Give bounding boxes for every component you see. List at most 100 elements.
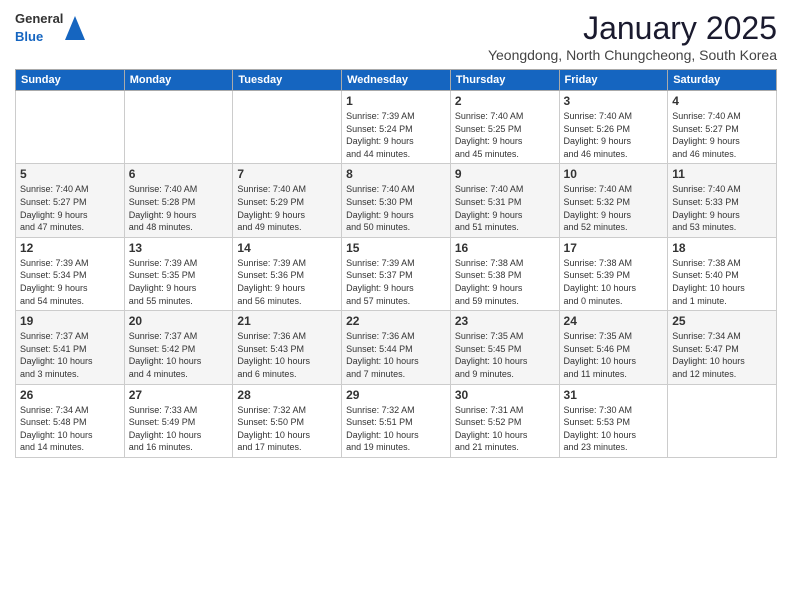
calendar-cell: 9 Sunrise: 7:40 AM Sunset: 5:31 PM Daylig… bbox=[450, 164, 559, 237]
day-info: Sunrise: 7:34 AM Sunset: 5:47 PM Dayligh… bbox=[672, 330, 772, 380]
calendar-cell: 11 Sunrise: 7:40 AM Sunset: 5:33 PM Dayli… bbox=[668, 164, 777, 237]
day-info: Sunrise: 7:36 AM Sunset: 5:43 PM Dayligh… bbox=[237, 330, 337, 380]
page: General Blue January 2025 Yeongdong, Nor… bbox=[0, 0, 792, 612]
day-number: 27 bbox=[129, 388, 229, 402]
calendar-week-2: 12 Sunrise: 7:39 AM Sunset: 5:34 PM Dayli… bbox=[16, 237, 777, 310]
calendar-cell: 10 Sunrise: 7:40 AM Sunset: 5:32 PM Dayli… bbox=[559, 164, 668, 237]
calendar-cell: 19 Sunrise: 7:37 AM Sunset: 5:41 PM Dayli… bbox=[16, 311, 125, 384]
day-number: 22 bbox=[346, 314, 446, 328]
calendar-week-0: 1Sunrise: 7:39 AM Sunset: 5:24 PM Daylig… bbox=[16, 91, 777, 164]
day-info: Sunrise: 7:39 AM Sunset: 5:34 PM Dayligh… bbox=[20, 257, 120, 307]
day-info: Sunrise: 7:40 AM Sunset: 5:32 PM Dayligh… bbox=[564, 183, 664, 233]
col-friday: Friday bbox=[559, 70, 668, 91]
day-number: 28 bbox=[237, 388, 337, 402]
calendar-table: Sunday Monday Tuesday Wednesday Thursday… bbox=[15, 69, 777, 458]
header-row: Sunday Monday Tuesday Wednesday Thursday… bbox=[16, 70, 777, 91]
logo-general: General bbox=[15, 11, 63, 26]
calendar-cell: 5Sunrise: 7:40 AM Sunset: 5:27 PM Daylig… bbox=[16, 164, 125, 237]
calendar-cell: 23 Sunrise: 7:35 AM Sunset: 5:45 PM Dayli… bbox=[450, 311, 559, 384]
calendar-cell: 20Sunrise: 7:37 AM Sunset: 5:42 PM Dayli… bbox=[124, 311, 233, 384]
calendar-cell: 7Sunrise: 7:40 AM Sunset: 5:29 PM Daylig… bbox=[233, 164, 342, 237]
day-number: 19 bbox=[20, 314, 120, 328]
calendar-cell: 22 Sunrise: 7:36 AM Sunset: 5:44 PM Dayli… bbox=[342, 311, 451, 384]
calendar-cell: 21 Sunrise: 7:36 AM Sunset: 5:43 PM Dayli… bbox=[233, 311, 342, 384]
day-info: Sunrise: 7:33 AM Sunset: 5:49 PM Dayligh… bbox=[129, 404, 229, 454]
day-number: 25 bbox=[672, 314, 772, 328]
calendar-cell: 25 Sunrise: 7:34 AM Sunset: 5:47 PM Dayli… bbox=[668, 311, 777, 384]
logo: General Blue bbox=[15, 10, 85, 45]
calendar-cell: 24 Sunrise: 7:35 AM Sunset: 5:46 PM Dayli… bbox=[559, 311, 668, 384]
day-number: 11 bbox=[672, 167, 772, 181]
day-info: Sunrise: 7:39 AM Sunset: 5:24 PM Dayligh… bbox=[346, 110, 446, 160]
calendar-cell bbox=[124, 91, 233, 164]
day-info: Sunrise: 7:40 AM Sunset: 5:25 PM Dayligh… bbox=[455, 110, 555, 160]
calendar-cell: 14 Sunrise: 7:39 AM Sunset: 5:36 PM Dayli… bbox=[233, 237, 342, 310]
day-number: 21 bbox=[237, 314, 337, 328]
col-tuesday: Tuesday bbox=[233, 70, 342, 91]
calendar-cell: 30Sunrise: 7:31 AM Sunset: 5:52 PM Dayli… bbox=[450, 384, 559, 457]
day-info: Sunrise: 7:37 AM Sunset: 5:41 PM Dayligh… bbox=[20, 330, 120, 380]
calendar-cell bbox=[16, 91, 125, 164]
calendar-body: 1Sunrise: 7:39 AM Sunset: 5:24 PM Daylig… bbox=[16, 91, 777, 458]
calendar-cell: 2 Sunrise: 7:40 AM Sunset: 5:25 PM Daylig… bbox=[450, 91, 559, 164]
day-info: Sunrise: 7:40 AM Sunset: 5:30 PM Dayligh… bbox=[346, 183, 446, 233]
day-number: 2 bbox=[455, 94, 555, 108]
col-monday: Monday bbox=[124, 70, 233, 91]
day-info: Sunrise: 7:40 AM Sunset: 5:28 PM Dayligh… bbox=[129, 183, 229, 233]
day-info: Sunrise: 7:38 AM Sunset: 5:39 PM Dayligh… bbox=[564, 257, 664, 307]
calendar-cell: 27 Sunrise: 7:33 AM Sunset: 5:49 PM Dayli… bbox=[124, 384, 233, 457]
calendar-cell: 31Sunrise: 7:30 AM Sunset: 5:53 PM Dayli… bbox=[559, 384, 668, 457]
title-section: January 2025 Yeongdong, North Chungcheon… bbox=[488, 10, 777, 63]
day-number: 14 bbox=[237, 241, 337, 255]
day-number: 29 bbox=[346, 388, 446, 402]
day-number: 9 bbox=[455, 167, 555, 181]
day-info: Sunrise: 7:36 AM Sunset: 5:44 PM Dayligh… bbox=[346, 330, 446, 380]
calendar-header: Sunday Monday Tuesday Wednesday Thursday… bbox=[16, 70, 777, 91]
calendar-cell: 18Sunrise: 7:38 AM Sunset: 5:40 PM Dayli… bbox=[668, 237, 777, 310]
col-wednesday: Wednesday bbox=[342, 70, 451, 91]
calendar-week-3: 19 Sunrise: 7:37 AM Sunset: 5:41 PM Dayli… bbox=[16, 311, 777, 384]
calendar-cell bbox=[668, 384, 777, 457]
day-number: 8 bbox=[346, 167, 446, 181]
day-info: Sunrise: 7:39 AM Sunset: 5:37 PM Dayligh… bbox=[346, 257, 446, 307]
header: General Blue January 2025 Yeongdong, Nor… bbox=[15, 10, 777, 63]
calendar-cell: 4Sunrise: 7:40 AM Sunset: 5:27 PM Daylig… bbox=[668, 91, 777, 164]
day-number: 12 bbox=[20, 241, 120, 255]
day-info: Sunrise: 7:39 AM Sunset: 5:36 PM Dayligh… bbox=[237, 257, 337, 307]
day-info: Sunrise: 7:32 AM Sunset: 5:51 PM Dayligh… bbox=[346, 404, 446, 454]
day-info: Sunrise: 7:35 AM Sunset: 5:46 PM Dayligh… bbox=[564, 330, 664, 380]
day-number: 23 bbox=[455, 314, 555, 328]
day-number: 7 bbox=[237, 167, 337, 181]
day-number: 20 bbox=[129, 314, 229, 328]
logo-blue: Blue bbox=[15, 29, 43, 44]
day-info: Sunrise: 7:40 AM Sunset: 5:27 PM Dayligh… bbox=[20, 183, 120, 233]
calendar-cell: 26 Sunrise: 7:34 AM Sunset: 5:48 PM Dayli… bbox=[16, 384, 125, 457]
day-info: Sunrise: 7:32 AM Sunset: 5:50 PM Dayligh… bbox=[237, 404, 337, 454]
calendar-cell bbox=[233, 91, 342, 164]
calendar-cell: 3Sunrise: 7:40 AM Sunset: 5:26 PM Daylig… bbox=[559, 91, 668, 164]
day-number: 13 bbox=[129, 241, 229, 255]
day-info: Sunrise: 7:40 AM Sunset: 5:27 PM Dayligh… bbox=[672, 110, 772, 160]
day-number: 17 bbox=[564, 241, 664, 255]
calendar-cell: 28 Sunrise: 7:32 AM Sunset: 5:50 PM Dayli… bbox=[233, 384, 342, 457]
calendar-cell: 12 Sunrise: 7:39 AM Sunset: 5:34 PM Dayli… bbox=[16, 237, 125, 310]
calendar-cell: 1Sunrise: 7:39 AM Sunset: 5:24 PM Daylig… bbox=[342, 91, 451, 164]
calendar-cell: 15Sunrise: 7:39 AM Sunset: 5:37 PM Dayli… bbox=[342, 237, 451, 310]
day-info: Sunrise: 7:30 AM Sunset: 5:53 PM Dayligh… bbox=[564, 404, 664, 454]
day-info: Sunrise: 7:34 AM Sunset: 5:48 PM Dayligh… bbox=[20, 404, 120, 454]
day-info: Sunrise: 7:38 AM Sunset: 5:40 PM Dayligh… bbox=[672, 257, 772, 307]
day-number: 3 bbox=[564, 94, 664, 108]
calendar-week-4: 26 Sunrise: 7:34 AM Sunset: 5:48 PM Dayli… bbox=[16, 384, 777, 457]
day-info: Sunrise: 7:38 AM Sunset: 5:38 PM Dayligh… bbox=[455, 257, 555, 307]
day-number: 24 bbox=[564, 314, 664, 328]
day-info: Sunrise: 7:40 AM Sunset: 5:31 PM Dayligh… bbox=[455, 183, 555, 233]
calendar-cell: 6Sunrise: 7:40 AM Sunset: 5:28 PM Daylig… bbox=[124, 164, 233, 237]
day-number: 26 bbox=[20, 388, 120, 402]
day-info: Sunrise: 7:35 AM Sunset: 5:45 PM Dayligh… bbox=[455, 330, 555, 380]
day-number: 10 bbox=[564, 167, 664, 181]
logo-triangle-icon bbox=[65, 14, 85, 42]
day-info: Sunrise: 7:40 AM Sunset: 5:33 PM Dayligh… bbox=[672, 183, 772, 233]
col-saturday: Saturday bbox=[668, 70, 777, 91]
subtitle: Yeongdong, North Chungcheong, South Kore… bbox=[488, 47, 777, 63]
calendar-cell: 29 Sunrise: 7:32 AM Sunset: 5:51 PM Dayli… bbox=[342, 384, 451, 457]
